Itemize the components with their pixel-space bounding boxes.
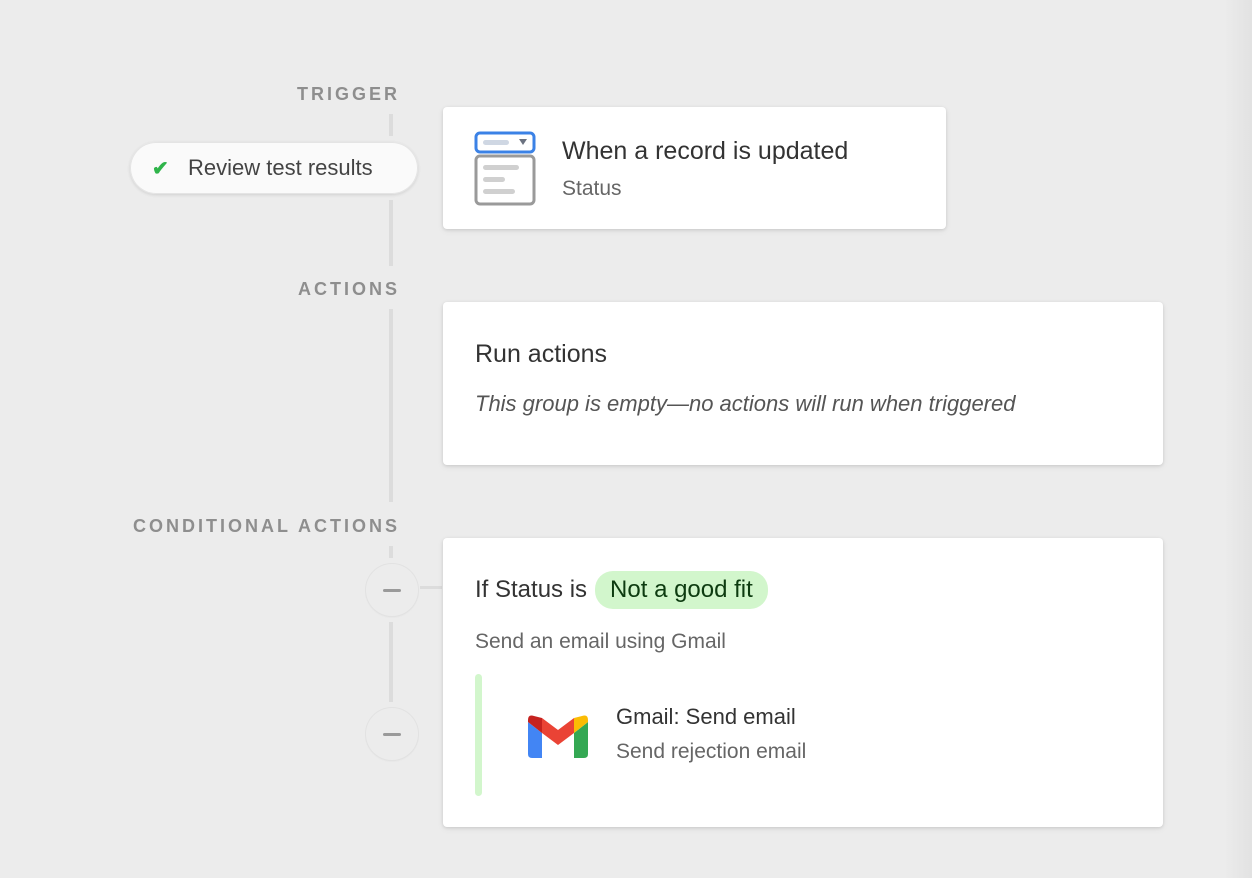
run-actions-title: Run actions	[475, 340, 608, 368]
rail-connector	[389, 546, 393, 558]
conditional-actions-card[interactable]: If Status is Not a good fit Send an emai…	[443, 538, 1163, 827]
gmail-icon	[528, 715, 588, 758]
collapse-condition-button[interactable]	[366, 564, 418, 616]
section-label-trigger: TRIGGER	[296, 84, 400, 104]
empty-group-message: This group is empty—no actions will run …	[475, 391, 1016, 416]
rail-connector	[389, 200, 393, 266]
section-label-conditional: CONDITIONAL ACTIONS	[133, 516, 400, 536]
rail-connector	[389, 114, 393, 136]
minus-icon	[383, 588, 401, 592]
run-actions-card[interactable]: Run actions This group is empty—no actio…	[443, 302, 1163, 465]
condition-group-indicator	[475, 674, 482, 796]
condition-row: If Status is Not a good fit	[475, 571, 768, 609]
rail-connector	[389, 622, 393, 702]
check-icon: ✔	[152, 157, 169, 180]
review-test-results-button[interactable]: ✔ Review test results	[130, 142, 418, 194]
condition-prefix: If Status is	[475, 576, 588, 603]
section-label-actions: ACTIONS	[298, 279, 400, 299]
minus-icon	[383, 732, 401, 736]
condition-value-badge: Not a good fit	[595, 571, 768, 609]
trigger-title: When a record is updated	[562, 137, 849, 165]
collapse-action-button[interactable]	[366, 708, 418, 760]
right-edge-shade	[1224, 0, 1252, 878]
rail-connector	[389, 309, 393, 502]
gmail-action-step[interactable]: Gmail: Send email Send rejection email	[515, 684, 915, 784]
branch-connector	[420, 586, 442, 589]
record-form-icon	[474, 131, 536, 206]
gmail-action-title: Gmail: Send email	[616, 704, 796, 729]
gmail-action-subtitle: Send rejection email	[616, 740, 807, 763]
trigger-subtitle: Status	[562, 177, 622, 200]
conditional-description: Send an email using Gmail	[475, 630, 726, 653]
review-test-results-label: Review test results	[188, 155, 373, 180]
trigger-card[interactable]: When a record is updated Status	[443, 107, 946, 229]
